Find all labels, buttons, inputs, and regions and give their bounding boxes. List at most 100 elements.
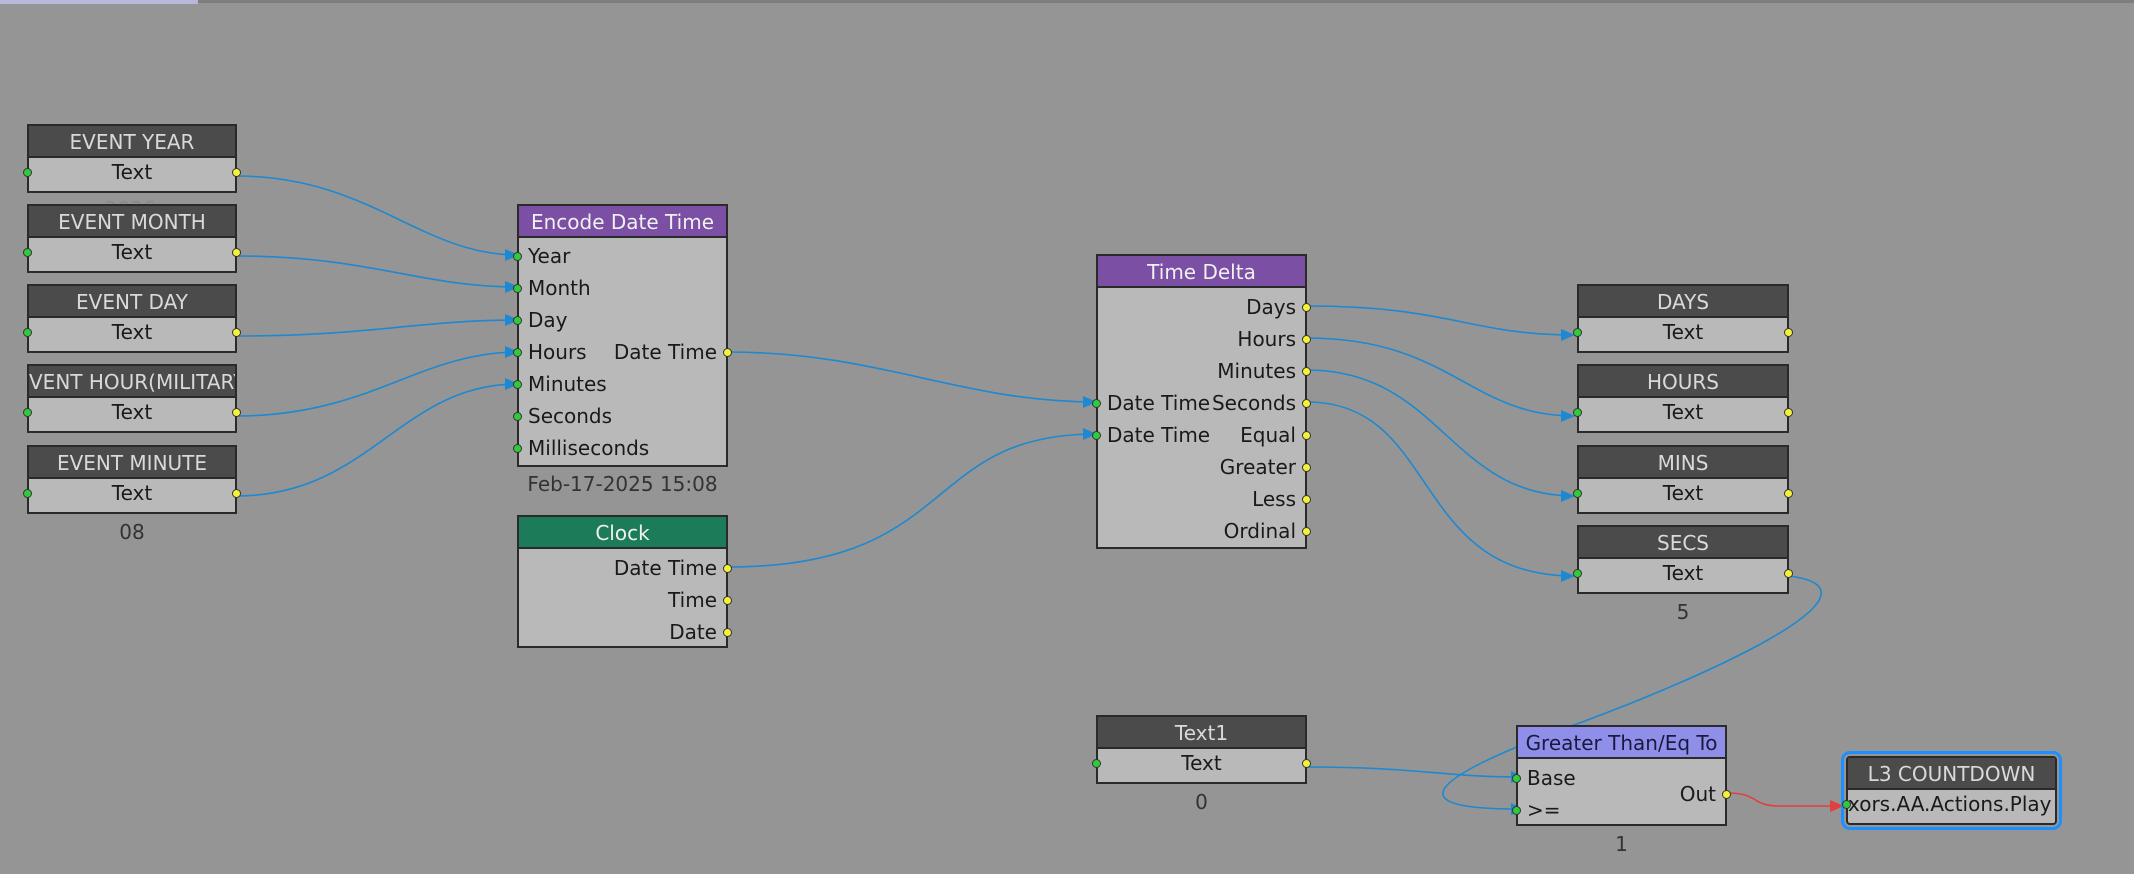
l3-countdown-node[interactable]: L3 COUNTDOWN xors.AA.Actions.Play xyxy=(1841,751,2062,830)
input-port[interactable] xyxy=(23,328,32,337)
days-node[interactable]: DAYS Text xyxy=(1573,284,1793,353)
node-title: Text1 xyxy=(1098,717,1305,749)
wire-text1-base xyxy=(1306,766,1525,783)
event-minute-node[interactable]: EVENT MINUTE Text xyxy=(23,445,241,514)
input-port[interactable] xyxy=(513,412,522,421)
event-day-node[interactable]: EVENT DAY Text xyxy=(23,284,241,353)
input-minutes-label: Minutes xyxy=(528,372,607,396)
graph-canvas[interactable]: EVENT YEAR Text 2026 EVENT MONTH Text EV… xyxy=(0,0,2134,874)
output-port[interactable] xyxy=(723,628,732,637)
hours-node[interactable]: HOURS Text xyxy=(1573,364,1793,433)
output-port[interactable] xyxy=(1784,569,1793,578)
input-port[interactable] xyxy=(23,489,32,498)
text-port-label: Text xyxy=(111,320,153,344)
output-port[interactable] xyxy=(723,564,732,573)
output-port[interactable] xyxy=(1302,303,1311,312)
greater-than-eq-node[interactable]: Greater Than/Eq To Base >= Out xyxy=(1512,725,1731,826)
wire-minutes-out xyxy=(1306,369,1575,502)
wire-month xyxy=(235,255,519,293)
input-port[interactable] xyxy=(513,316,522,325)
node-title: EVENT MINUTE xyxy=(29,447,235,479)
event-month-node[interactable]: EVENT MONTH Text xyxy=(23,204,241,273)
input-port[interactable] xyxy=(1573,569,1582,578)
wire-clock-datetime xyxy=(727,428,1097,568)
output-datetime-label: Date Time xyxy=(613,556,717,580)
input-port[interactable] xyxy=(1512,774,1521,783)
output-port[interactable] xyxy=(1302,759,1311,768)
input-port[interactable] xyxy=(1842,800,1851,809)
input-port[interactable] xyxy=(23,248,32,257)
node-title: DAYS xyxy=(1579,286,1787,318)
input-port[interactable] xyxy=(23,168,32,177)
node-title: Clock xyxy=(519,517,726,549)
input-port[interactable] xyxy=(1092,399,1101,408)
output-port[interactable] xyxy=(1302,335,1311,344)
output-seconds-label: Seconds xyxy=(1211,391,1296,415)
output-port[interactable] xyxy=(1302,463,1311,472)
input-port[interactable] xyxy=(1573,489,1582,498)
node-title: Greater Than/Eq To xyxy=(1518,727,1725,759)
output-days-label: Days xyxy=(1246,295,1296,319)
wire-hours xyxy=(235,346,519,417)
gte-value: 1 xyxy=(1615,832,1628,856)
output-port[interactable] xyxy=(232,408,241,417)
output-port[interactable] xyxy=(1784,489,1793,498)
output-port[interactable] xyxy=(1784,328,1793,337)
wire-year xyxy=(235,175,519,261)
wires-layer xyxy=(235,175,1844,816)
output-port[interactable] xyxy=(1302,527,1311,536)
mins-node[interactable]: MINS Text xyxy=(1573,445,1793,514)
input-port[interactable] xyxy=(1573,408,1582,417)
input-port[interactable] xyxy=(513,284,522,293)
output-time-label: Time xyxy=(668,588,717,612)
wire-minutes xyxy=(235,378,519,497)
node-title: Time Delta xyxy=(1098,256,1305,288)
input-datetime-label: Date Time xyxy=(1107,391,1211,415)
node-title: EVENT YEAR xyxy=(29,126,235,158)
input-port[interactable] xyxy=(1092,759,1101,768)
secs-node[interactable]: SECS Text xyxy=(1573,525,1793,594)
output-port[interactable] xyxy=(232,328,241,337)
input-port[interactable] xyxy=(1092,431,1101,440)
input-port[interactable] xyxy=(23,408,32,417)
output-port[interactable] xyxy=(232,489,241,498)
output-port[interactable] xyxy=(232,248,241,257)
output-port[interactable] xyxy=(1302,431,1311,440)
clock-node[interactable]: Clock Date Time Time Date xyxy=(517,515,732,648)
output-minutes-label: Minutes xyxy=(1217,359,1296,383)
time-delta-node[interactable]: Time Delta Days Hours Minutes Seconds Eq… xyxy=(1092,254,1311,549)
wire-days xyxy=(1306,305,1575,341)
input-port[interactable] xyxy=(1512,806,1521,815)
input-port[interactable] xyxy=(513,380,522,389)
node-title: VENT HOUR(MILITARY xyxy=(29,366,235,398)
event-hour-node[interactable]: VENT HOUR(MILITARY Text xyxy=(23,364,241,433)
output-date-label: Date xyxy=(669,620,717,644)
input-port[interactable] xyxy=(513,348,522,357)
encode-date-time-node[interactable]: Encode Date Time Year Month Day Hours Mi… xyxy=(513,204,732,467)
output-port[interactable] xyxy=(1302,495,1311,504)
output-less-label: Less xyxy=(1252,487,1296,511)
secs-value: 5 xyxy=(1676,600,1690,624)
input-datetime-label: Date Time xyxy=(1107,423,1211,447)
event-year-node[interactable]: EVENT YEAR Text xyxy=(23,124,241,193)
text-port-label: Text xyxy=(1662,400,1704,424)
output-port[interactable] xyxy=(1784,408,1793,417)
text1-value: 0 xyxy=(1195,790,1208,814)
output-equal-label: Equal xyxy=(1240,423,1296,447)
node-title: MINS xyxy=(1579,447,1787,479)
input-port[interactable] xyxy=(513,252,522,261)
output-port[interactable] xyxy=(1722,790,1731,799)
output-port[interactable] xyxy=(1302,367,1311,376)
wire-seconds-out xyxy=(1306,401,1575,582)
output-port[interactable] xyxy=(723,348,732,357)
action-port-label: xors.AA.Actions.Play xyxy=(1848,792,2052,816)
wire-encode-datetime xyxy=(727,351,1097,408)
output-port[interactable] xyxy=(232,168,241,177)
input-port[interactable] xyxy=(1573,328,1582,337)
output-port[interactable] xyxy=(723,596,732,605)
text-port-label: Text xyxy=(1181,751,1222,775)
text-port-label: Text xyxy=(111,400,153,424)
input-port[interactable] xyxy=(513,444,522,453)
text1-node[interactable]: Text1 Text xyxy=(1092,715,1311,784)
output-port[interactable] xyxy=(1302,399,1311,408)
